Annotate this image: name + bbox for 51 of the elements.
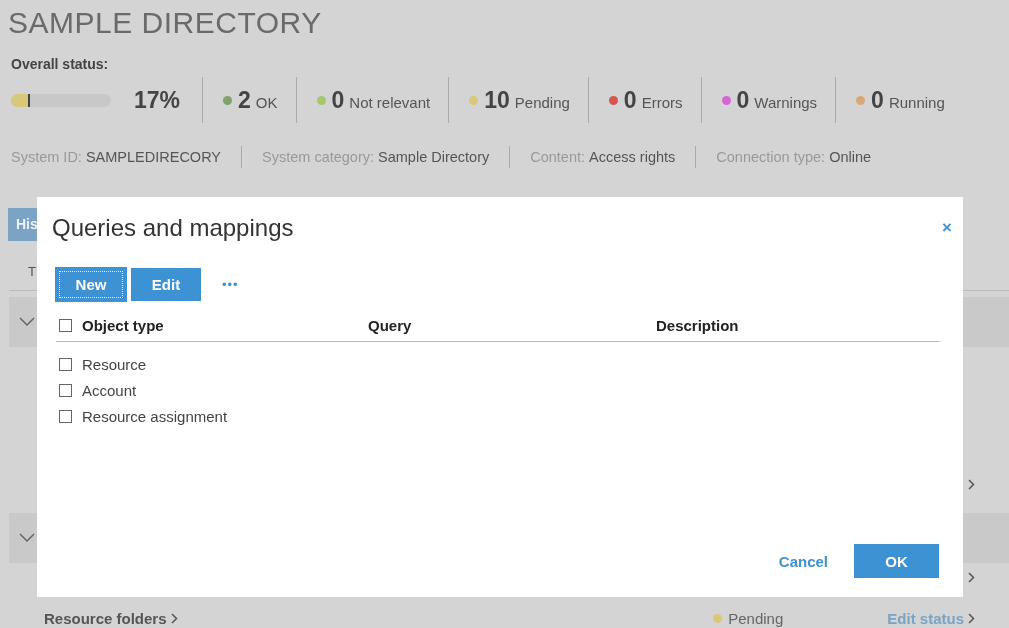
progress-percent: 17%: [134, 86, 181, 114]
column-header: T: [28, 263, 37, 281]
item-name[interactable]: Resource folders: [44, 609, 167, 627]
overall-status-label: Overall status:: [11, 55, 110, 73]
dialog-title: Queries and mappings: [52, 214, 294, 242]
info-value: Online: [829, 149, 872, 165]
checkbox[interactable]: [59, 383, 72, 397]
status-count: 0: [736, 86, 750, 114]
edit-button[interactable]: Edit: [131, 268, 201, 301]
info-label: System category:: [262, 149, 375, 165]
new-button[interactable]: New: [56, 268, 126, 301]
status-count: 0: [871, 86, 884, 114]
edit-status-link[interactable]: Edit status: [887, 609, 964, 627]
info-value: Access rights: [589, 149, 676, 165]
chevron-right-icon: [968, 612, 975, 624]
status-label: Not relevant: [349, 92, 431, 111]
status-count: 10: [484, 86, 510, 114]
status-count: 2: [238, 86, 251, 114]
close-button[interactable]: ×: [942, 218, 952, 238]
column-header: Description: [656, 316, 740, 334]
status-label: Warnings: [754, 92, 818, 111]
checkbox[interactable]: [59, 318, 72, 332]
status-label: Pending: [514, 92, 570, 111]
cancel-button[interactable]: Cancel: [778, 552, 828, 570]
info-label: Content:: [530, 149, 586, 165]
object-type-cell: Resource: [82, 355, 147, 373]
status-count: 0: [331, 86, 345, 114]
status-count: 0: [623, 86, 637, 114]
ok-button[interactable]: OK: [854, 544, 939, 578]
chevron-right-icon: [968, 478, 975, 490]
status-label: Running: [888, 92, 945, 111]
object-type-cell: Account: [82, 381, 137, 399]
checkbox[interactable]: [59, 357, 72, 371]
chevron-down-icon[interactable]: [19, 533, 35, 543]
status-label: OK: [255, 92, 278, 111]
column-header: Object type: [82, 316, 164, 334]
info-value: Sample Directory: [378, 149, 490, 165]
history-tab[interactable]: His: [8, 208, 37, 241]
info-value: SAMPLEDIRECORY: [85, 149, 221, 165]
status-label: Errors: [641, 92, 683, 111]
chevron-right-icon: [968, 571, 975, 583]
chevron-right-icon: [170, 612, 178, 624]
page-title: SAMPLE DIRECTORY: [7, 5, 323, 41]
info-label: Connection type:: [716, 149, 826, 165]
column-header: Query: [368, 316, 413, 334]
object-type-cell: Resource assignment: [82, 407, 228, 425]
status-label: Pending: [728, 609, 784, 627]
chevron-down-icon[interactable]: [19, 317, 35, 327]
more-button[interactable]: •••: [222, 277, 239, 292]
info-label: System ID:: [11, 149, 82, 165]
checkbox[interactable]: [59, 409, 72, 423]
